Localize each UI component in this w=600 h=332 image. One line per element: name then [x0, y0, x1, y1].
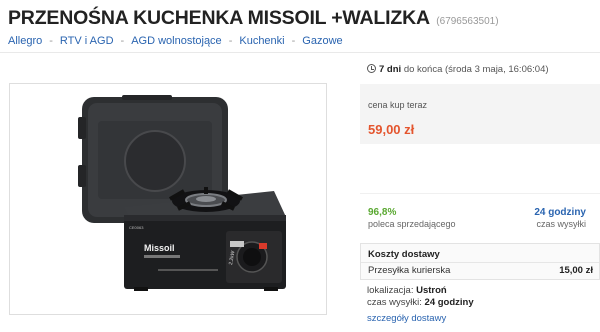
delivery-title: Koszty dostawy [368, 249, 440, 260]
seller-stats: 96,8% poleca sprzedającego 24 godziny cz… [360, 193, 600, 239]
delivery-costs: Koszty dostawy Przesyłka kurierska 15,00… [360, 243, 600, 280]
device-brand: Missoil [144, 243, 175, 253]
breadcrumb-separator: - [228, 35, 233, 47]
breadcrumb-separator: - [49, 35, 53, 47]
seller-rating-desc: poleca sprzedającego [368, 219, 456, 229]
location-label: lokalizacja: [367, 285, 414, 296]
location-info: lokalizacja: Ustroń czas wysyłki: 24 god… [367, 285, 474, 309]
listing-title: PRZENOŚNA KUCHENKA MISSOIL +WALIZKA [8, 7, 430, 29]
device-badge: CE0063 [129, 225, 144, 230]
location-value: Ustroń [416, 285, 447, 296]
price-box: cena kup teraz 59,00 zł [360, 84, 600, 144]
breadcrumb: Allegro - RTV i AGD - AGD wolnostojące - Kuche… [8, 35, 343, 47]
product-photo-frame[interactable]: 2.2kW Missoil CE0063 [9, 83, 327, 315]
delivery-divider [361, 262, 599, 263]
breadcrumb-separator: - [120, 35, 125, 47]
title-row: PRZENOŚNA KUCHENKA MISSOIL +WALIZKA (679… [8, 7, 499, 30]
seller-rating-value: 96,8% [368, 207, 397, 218]
timer-suffix: do końca (środa 3 maja, 16:06:04) [403, 64, 549, 75]
delivery-details-link[interactable]: szczegóły dostawy [367, 313, 446, 324]
breadcrumb-allegro[interactable]: Allegro [8, 35, 42, 47]
breadcrumb-rtv-agd[interactable]: RTV i AGD [60, 35, 114, 47]
product-photo[interactable]: 2.2kW Missoil CE0063 [38, 95, 300, 305]
clock-icon [367, 64, 376, 73]
shipping-time-desc: czas wysyłki [536, 219, 586, 229]
shipping-time-label: czas wysyłki: [367, 297, 422, 308]
shipping-time-value: 24 godziny [534, 207, 586, 218]
auction-timer: 7 dni do końca (środa 3 maja, 16:06:04) [367, 64, 549, 75]
seller-rating[interactable]: 96,8% poleca sprzedającego [368, 207, 456, 229]
delivery-cost: 15,00 zł [559, 265, 593, 276]
delivery-method: Przesyłka kurierska [368, 265, 451, 276]
timer-remaining: 7 dni [379, 64, 402, 75]
breadcrumb-kuchenki[interactable]: Kuchenki [239, 35, 284, 47]
breadcrumb-gazowe[interactable]: Gazowe [302, 35, 342, 47]
item-id: (6796563501) [436, 16, 499, 27]
header-divider [0, 52, 600, 53]
breadcrumb-agd-wolnostojace[interactable]: AGD wolnostojące [131, 35, 222, 47]
breadcrumb-separator: - [291, 35, 296, 47]
price-value: 59,00 zł [368, 122, 415, 137]
price-label: cena kup teraz [368, 100, 428, 110]
shipping-time-detail: 24 godziny [424, 297, 474, 308]
shipping-time-stat: 24 godziny czas wysyłki [534, 207, 586, 229]
